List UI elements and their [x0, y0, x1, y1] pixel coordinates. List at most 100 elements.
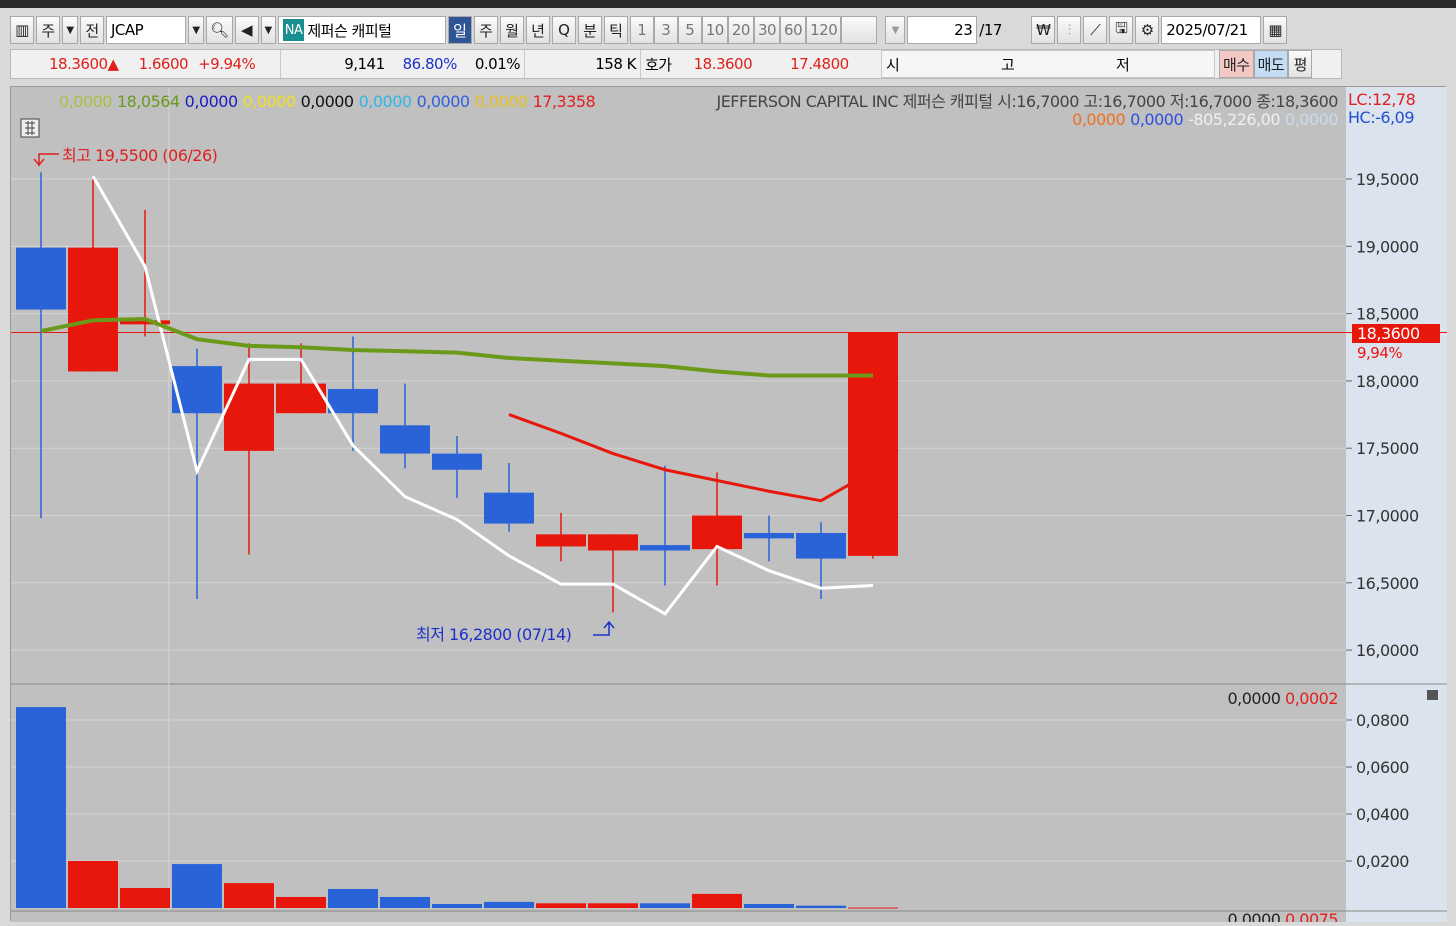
volume-tick-label: 0,0400 [1356, 805, 1409, 824]
legend-values: 0,0000 18,0564 0,0000 0,0000 0,0000 0,0000 0,0… [59, 92, 596, 111]
up-arrow-icon: ▲ [107, 55, 120, 73]
interval-button[interactable]: 10 [701, 16, 728, 44]
volume-tick-label: 0,0200 [1356, 852, 1409, 871]
toolbar: ▥ 주 ▼ 전 JCAP ▼ 🔍︎ ◀ ▼ NA 제퍼슨 캐피털 일 주 월 년 … [10, 15, 1288, 45]
quote-bar: 18.3600 ▲ 1.6600 +9.94% 9,141 86.80% 0.01… [10, 49, 1342, 79]
candle-body [68, 247, 118, 372]
volume-bar [588, 903, 638, 908]
price-tick-label: 19,5000 [1356, 170, 1419, 189]
candle-body [16, 247, 66, 310]
eval-button[interactable]: 평 [1288, 50, 1313, 78]
symbol-dropdown-icon[interactable]: ▼ [188, 16, 204, 44]
candle-body [536, 534, 586, 547]
interval-button[interactable]: 5 [677, 16, 702, 44]
period-minute[interactable]: 분 [577, 16, 602, 44]
market-dropdown-icon[interactable]: ▼ [62, 16, 78, 44]
volume: 9,141 [344, 55, 385, 73]
period-day[interactable]: 일 [447, 16, 472, 44]
legend-value: 0,0000 [1130, 110, 1183, 129]
volume-bar [276, 896, 326, 908]
volume-legend-a: 0,0000 [1227, 689, 1280, 708]
candle-body [692, 515, 742, 550]
axis-bg [1346, 87, 1447, 922]
volume-bar [744, 904, 794, 908]
candle-body [484, 492, 534, 524]
period-month[interactable]: 월 [499, 16, 524, 44]
table-grid-lines [25, 121, 35, 135]
volume-bar [692, 893, 742, 908]
candle-body [640, 545, 690, 551]
count-input[interactable]: 23 [907, 16, 978, 44]
window-top-border [0, 0, 1456, 8]
volume-bar [328, 888, 378, 908]
save-icon[interactable]: 🖫 [1109, 16, 1134, 44]
market-select[interactable]: 주 [36, 16, 60, 44]
market-label: 주 [41, 21, 55, 40]
hc-value: HC:-6,09 [1348, 108, 1414, 127]
volume-bar [68, 861, 118, 908]
volume-bar [224, 883, 274, 908]
legend-value: 0,0000 [1072, 110, 1125, 129]
speaker-dropdown-icon[interactable]: ▼ [260, 16, 276, 44]
interval-custom-input[interactable] [841, 16, 878, 44]
legend-value: 0,0000 [1285, 110, 1338, 129]
interval-dropdown-icon[interactable]: ▼ [885, 16, 906, 44]
period-year[interactable]: 년 [525, 16, 550, 44]
legend-value: 17,3358 [533, 92, 596, 111]
legend-value: 0,0000 [301, 92, 354, 111]
stock-chart[interactable]: 19,5000 19,0000 18,5000 18,0000 17,5000 17,00… [11, 87, 1447, 926]
hoga-label: 호가 [645, 55, 672, 74]
prev-button[interactable]: 전 [80, 16, 104, 44]
interval-button[interactable]: 1 [629, 16, 654, 44]
symbol-input[interactable]: JCAP [106, 16, 186, 44]
gear-icon[interactable]: ⚙ [1135, 16, 1160, 44]
buy-button[interactable]: 매수 [1219, 50, 1254, 78]
bid-price: 17.4800 [790, 55, 849, 73]
price-change: 1.6600 [138, 55, 189, 73]
volume-ratio: 86.80% [402, 55, 458, 73]
candle-body [588, 534, 638, 551]
interval-button[interactable]: 120 [806, 16, 842, 44]
legend-value: 0,0000 [185, 92, 238, 111]
interval-button[interactable]: 20 [727, 16, 754, 44]
chart-area[interactable]: 19,5000 19,0000 18,5000 18,0000 17,5000 17,00… [10, 86, 1447, 926]
interval-buttons: 1 3 5 10 20 30 60 120 [629, 16, 878, 44]
search-icon[interactable]: 🔍︎ [206, 16, 233, 44]
candle-type-icon[interactable]: ⫶ [1057, 16, 1082, 44]
bottom-legend-b: 0,0075 [1285, 910, 1338, 922]
maximize-panel-icon[interactable] [1427, 690, 1438, 700]
period-quarter[interactable]: Q [551, 16, 576, 44]
volume-bar [380, 896, 430, 908]
candle-body [848, 332, 898, 556]
interval-button[interactable]: 3 [653, 16, 678, 44]
legend-value: 0,0000 [359, 92, 412, 111]
interval-button[interactable]: 30 [753, 16, 781, 44]
candle-body [328, 388, 378, 414]
legend-title: JEFFERSON CAPITAL INC 제퍼슨 캐피털 시:16,7000 … [715, 92, 1338, 111]
date-input[interactable]: 2025/07/21 [1161, 16, 1262, 44]
add-indicator-icon[interactable]: ⟋ [1083, 16, 1108, 44]
legend-value: 18,0564 [117, 92, 180, 111]
period-week[interactable]: 주 [473, 16, 498, 44]
calendar-icon[interactable]: ▦ [1263, 16, 1288, 44]
stock-name: 제퍼슨 캐피털 [307, 21, 392, 40]
speaker-icon[interactable]: ◀ [234, 16, 259, 44]
lc-value: LC:12,78 [1348, 90, 1416, 109]
currency-icon[interactable]: ₩ [1031, 16, 1056, 44]
turnover: 0.01% [474, 55, 521, 73]
last-price-label: 18,3600 [1357, 324, 1420, 343]
volume-tick-label: 0,0800 [1356, 711, 1409, 730]
low-label: 저 [1116, 55, 1130, 74]
legend-value: -805,226,00 [1188, 110, 1280, 129]
volume-block: 9,141 86.80% 0.01% [281, 50, 525, 78]
period-tick[interactable]: 틱 [603, 16, 628, 44]
nasdaq-badge: NA [282, 19, 305, 41]
volume-legend: 0,0000 0,0002 [1227, 689, 1338, 708]
price-panel-bg [11, 87, 1346, 922]
volume-bar [172, 864, 222, 908]
interval-button[interactable]: 60 [780, 16, 807, 44]
sell-button[interactable]: 매도 [1253, 50, 1289, 78]
layout-icon[interactable]: ▥ [10, 16, 34, 44]
volume-bar [796, 905, 846, 908]
price-tick-label: 19,0000 [1356, 237, 1419, 256]
